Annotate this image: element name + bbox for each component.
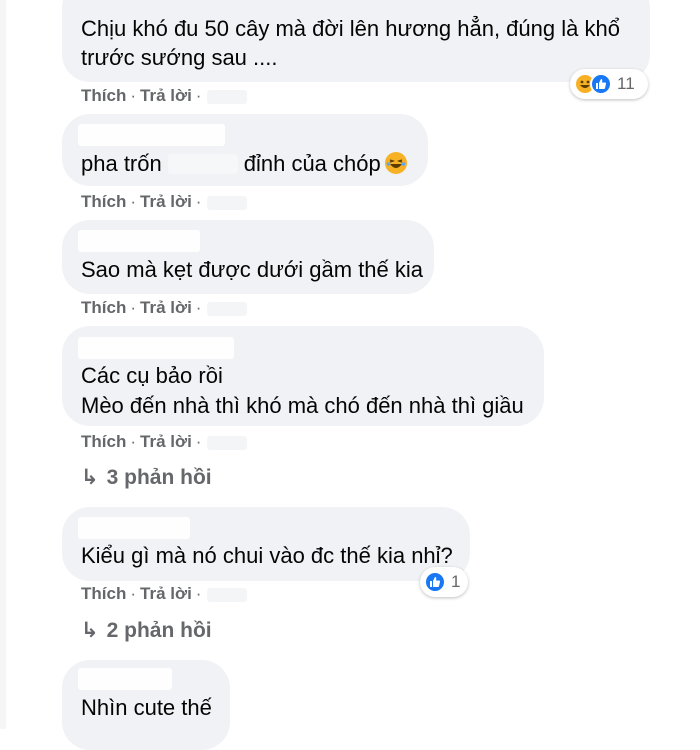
comment-text: Chịu khó đu 50 cây mà đời lên hương hẳn,… <box>81 16 620 41</box>
comment-actions: Thích · Trả lời · <box>81 298 248 318</box>
like-icon <box>424 571 446 593</box>
comment-text: trước sướng sau .... <box>81 45 278 70</box>
comment-text: Nhìn cute thế <box>81 695 212 720</box>
separator: · <box>130 298 137 317</box>
reaction-summary[interactable]: 1 <box>420 567 468 597</box>
comment-text: Sao mà kẹt được dưới gầm thế kia <box>81 257 424 282</box>
like-link[interactable]: Thích <box>81 192 126 211</box>
timestamp-redacted <box>207 89 248 104</box>
comment-text-part: đỉnh của chóp <box>243 151 381 176</box>
like-link[interactable]: Thích <box>81 298 126 317</box>
author-name-redacted <box>78 230 200 252</box>
separator: · <box>130 584 137 603</box>
reaction-summary[interactable]: 11 <box>570 69 648 99</box>
like-link[interactable]: Thích <box>81 584 126 603</box>
haha-emoji-icon <box>384 152 407 174</box>
author-name-redacted <box>78 517 190 539</box>
reaction-count: 11 <box>617 74 635 93</box>
like-link[interactable]: Thích <box>81 432 126 451</box>
separator: · <box>130 192 137 211</box>
view-replies-link[interactable]: ↳ 3 phản hồi <box>81 465 212 490</box>
timestamp-redacted <box>207 435 248 450</box>
comment-text: Kiểu gì mà nó chui vào đc thế kia nhỉ? <box>81 543 453 568</box>
separator: · <box>195 432 202 451</box>
reply-link[interactable]: Trả lời <box>140 298 192 317</box>
separator: · <box>195 584 202 603</box>
comment-text: pha trốn đỉnh của chóp <box>81 149 407 179</box>
timestamp-redacted <box>207 195 248 210</box>
separator: · <box>195 86 202 105</box>
reply-link[interactable]: Trả lời <box>140 192 192 211</box>
replies-count-label: 3 phản hồi <box>106 466 212 489</box>
reply-arrow-icon: ↳ <box>81 466 99 489</box>
reaction-count: 1 <box>451 572 461 591</box>
separator: · <box>130 86 137 105</box>
reply-link[interactable]: Trả lời <box>140 584 192 603</box>
separator: · <box>195 192 202 211</box>
comment-actions: Thích · Trả lời · <box>81 86 248 106</box>
reply-arrow-icon: ↳ <box>81 619 99 642</box>
like-link[interactable]: Thích <box>81 86 126 105</box>
like-icon <box>590 73 612 95</box>
reply-link[interactable]: Trả lời <box>140 432 192 451</box>
reply-link[interactable]: Trả lời <box>140 86 192 105</box>
view-replies-link[interactable]: ↳ 2 phản hồi <box>81 618 212 643</box>
author-name-redacted <box>78 337 234 359</box>
comment-actions: Thích · Trả lời · <box>81 432 248 452</box>
left-edge <box>0 0 6 729</box>
separator: · <box>130 432 137 451</box>
comment-text-part: pha trốn <box>81 151 162 176</box>
replies-count-label: 2 phản hồi <box>106 619 212 642</box>
timestamp-redacted <box>207 587 248 602</box>
separator: · <box>195 298 202 317</box>
comment-actions: Thích · Trả lời · <box>81 192 248 212</box>
redacted-mention <box>167 154 238 174</box>
author-name-redacted <box>78 124 225 146</box>
comment-text: Mèo đến nhà thì khó mà chó đến nhà thì g… <box>81 393 524 418</box>
timestamp-redacted <box>207 301 248 316</box>
comment-actions: Thích · Trả lời · <box>81 584 248 604</box>
author-name-redacted <box>78 668 172 690</box>
comment-text: Các cụ bảo rồi <box>81 363 223 388</box>
